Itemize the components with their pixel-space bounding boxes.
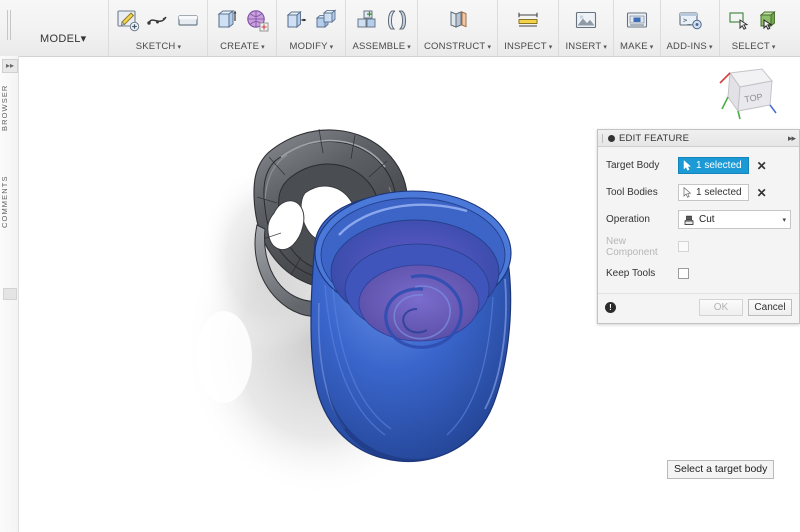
- toolbar-group-create: CREATE▾: [208, 0, 277, 56]
- toolbar-group-select: SELECT▾: [720, 0, 788, 56]
- joint-icon[interactable]: [384, 7, 410, 33]
- dialog-footer: ! OK Cancel: [598, 293, 799, 323]
- sketch-caret-icon[interactable]: ▾: [177, 44, 181, 51]
- toolbar-label-construct[interactable]: CONSTRUCT: [424, 41, 485, 52]
- info-icon[interactable]: !: [605, 302, 616, 313]
- operation-value: Cut: [699, 214, 782, 225]
- construct-caret-icon[interactable]: ▾: [487, 44, 491, 51]
- insert-caret-icon[interactable]: ▾: [603, 44, 607, 51]
- ok-button[interactable]: OK: [699, 299, 743, 316]
- create-caret-icon[interactable]: ▾: [261, 44, 265, 51]
- toolbar-label-inspect[interactable]: INSPECT: [504, 41, 547, 52]
- view-cube[interactable]: TOP: [710, 63, 782, 125]
- cursor-arrow-icon: [683, 160, 692, 171]
- tool-bodies-clear-icon[interactable]: ✕: [757, 187, 767, 199]
- toolbar-label-addins[interactable]: ADD-INS: [667, 41, 707, 52]
- select-caret-icon[interactable]: ▾: [772, 44, 776, 51]
- edit-feature-dialog: EDIT FEATURE ▸▸ Target Body 1 selected ✕…: [597, 129, 800, 324]
- svg-text:>_: >_: [683, 17, 692, 25]
- toolbar-group-assemble: ASSEMBLE▾: [346, 0, 418, 56]
- addins-caret-icon[interactable]: ▾: [709, 44, 713, 51]
- toolbar-label-make[interactable]: MAKE: [620, 41, 648, 52]
- extrude-icon[interactable]: [214, 7, 240, 33]
- label-operation: Operation: [606, 214, 678, 225]
- assemble-caret-icon[interactable]: ▾: [407, 44, 411, 51]
- dialog-title: EDIT FEATURE: [619, 133, 788, 144]
- select-window-icon[interactable]: [726, 7, 752, 33]
- toolbar-label-sketch[interactable]: SKETCH: [136, 41, 176, 52]
- measure-icon[interactable]: [515, 7, 541, 33]
- toolbar-group-make: MAKE▾: [614, 0, 660, 56]
- rail-collapse-icon[interactable]: ▸▸: [2, 59, 18, 73]
- row-keep-tools: Keep Tools: [606, 262, 791, 285]
- operation-caret-icon[interactable]: ▾: [782, 216, 786, 224]
- main-toolbar: MODEL▾: [0, 0, 800, 57]
- inspect-caret-icon[interactable]: ▾: [549, 44, 553, 51]
- modify-caret-icon[interactable]: ▾: [330, 44, 334, 51]
- tool-bodies-value: 1 selected: [696, 187, 742, 198]
- label-keep-tools: Keep Tools: [606, 268, 678, 279]
- select-body-icon[interactable]: [756, 7, 782, 33]
- status-tooltip: Select a target body: [667, 460, 774, 479]
- toolbar-label-insert[interactable]: INSERT: [565, 41, 601, 52]
- sketch-spline-icon[interactable]: [145, 7, 171, 33]
- cancel-button[interactable]: Cancel: [748, 299, 792, 316]
- sidebar-item-browser[interactable]: BROWSER: [0, 78, 18, 138]
- create-form-icon[interactable]: [244, 7, 270, 33]
- dialog-body: Target Body 1 selected ✕ Tool Bodies 1 s…: [598, 147, 799, 293]
- dialog-expand-icon[interactable]: ▸▸: [788, 133, 795, 144]
- new-component-icon[interactable]: [354, 7, 380, 33]
- tool-bodies-select-button[interactable]: 1 selected: [678, 184, 749, 201]
- toolbar-group-addins: >_ ADD-INS▾: [661, 0, 720, 56]
- label-tool-bodies: Tool Bodies: [606, 187, 678, 198]
- blue-body[interactable]: [311, 191, 511, 462]
- new-component-checkbox: [678, 241, 689, 252]
- dialog-status-dot-icon: [608, 135, 615, 142]
- cut-operation-icon: [683, 214, 695, 226]
- toolbar-group-modify: MODIFY▾: [277, 0, 346, 56]
- toolbar-drag-grip[interactable]: [6, 10, 12, 40]
- label-target-body: Target Body: [606, 160, 678, 171]
- cursor-arrow-icon: [683, 187, 692, 198]
- sketch-rectangle-icon[interactable]: [175, 7, 201, 33]
- insert-image-icon[interactable]: [573, 7, 599, 33]
- target-body-select-button[interactable]: 1 selected: [678, 157, 749, 174]
- target-body-clear-icon[interactable]: ✕: [757, 160, 767, 172]
- toolbar-group-inspect: INSPECT▾: [498, 0, 559, 56]
- press-pull-icon[interactable]: [283, 7, 309, 33]
- operation-dropdown[interactable]: Cut ▾: [678, 210, 791, 229]
- row-operation: Operation Cut ▾: [606, 208, 791, 231]
- workspace-caret-icon: ▾: [81, 33, 87, 45]
- toolbar-group-sketch: SKETCH▾: [109, 0, 208, 56]
- left-rail: ▸▸ BROWSER COMMENTS: [0, 56, 19, 532]
- make-caret-icon[interactable]: ▾: [650, 44, 654, 51]
- toolbar-label-modify[interactable]: MODIFY: [290, 41, 328, 52]
- sidebar-item-comments[interactable]: COMMENTS: [0, 166, 18, 238]
- offset-plane-icon[interactable]: [445, 7, 471, 33]
- toolbar-label-assemble[interactable]: ASSEMBLE: [352, 41, 405, 52]
- create-sketch-icon[interactable]: [115, 7, 141, 33]
- workspace-switcher[interactable]: MODEL▾: [18, 0, 109, 56]
- combine-icon[interactable]: [313, 7, 339, 33]
- keep-tools-checkbox[interactable]: [678, 268, 689, 279]
- row-tool-bodies: Tool Bodies 1 selected ✕: [606, 181, 791, 204]
- dialog-title-bar[interactable]: EDIT FEATURE ▸▸: [598, 130, 799, 147]
- rail-resize-handle[interactable]: [3, 288, 17, 300]
- toolbar-label-select[interactable]: SELECT: [732, 41, 770, 52]
- label-new-component: New Component: [606, 236, 678, 258]
- 3d-print-icon[interactable]: [624, 7, 650, 33]
- scripts-addins-icon[interactable]: >_: [677, 7, 703, 33]
- row-target-body: Target Body 1 selected ✕: [606, 154, 791, 177]
- dialog-grip-icon: [602, 134, 605, 143]
- target-body-value: 1 selected: [696, 160, 742, 171]
- workspace-label: MODEL: [40, 33, 81, 45]
- toolbar-label-create[interactable]: CREATE: [220, 41, 259, 52]
- toolbar-group-construct: CONSTRUCT▾: [418, 0, 498, 56]
- row-new-component: New Component: [606, 235, 791, 258]
- toolbar-group-insert: INSERT▾: [559, 0, 614, 56]
